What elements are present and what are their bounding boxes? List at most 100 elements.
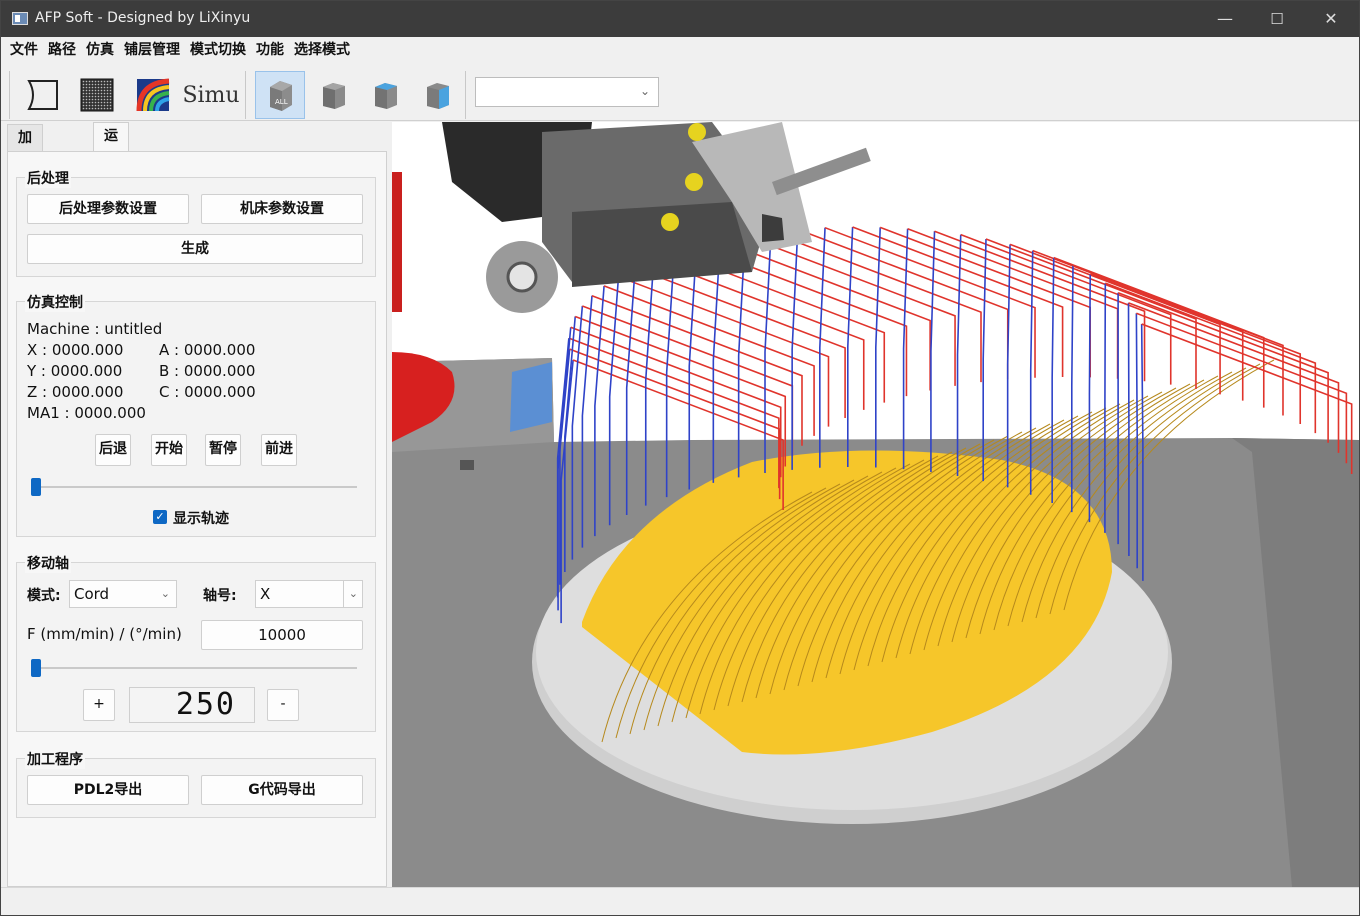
- step-size-handle[interactable]: [31, 659, 41, 677]
- machine-params-button[interactable]: 机床参数设置: [201, 194, 363, 224]
- status-bar: [1, 887, 1359, 915]
- step-size-track[interactable]: [31, 667, 357, 669]
- title-bar: AFP Soft - Designed by LiXinyu — ☐ ✕: [1, 1, 1359, 37]
- mode-select[interactable]: Cord ⌄: [69, 580, 177, 608]
- move-axis-group: 移动轴 模式: Cord ⌄ 轴号: X ⌄ F (mm/min) / (°/m…: [16, 553, 376, 732]
- simulation-control-title: 仿真控制: [25, 292, 85, 312]
- view-all-button[interactable]: ALL: [255, 71, 305, 119]
- menu-mode-switch[interactable]: 模式切换: [185, 37, 251, 65]
- toolbar-separator: [465, 71, 466, 119]
- step-forward-button[interactable]: 前进: [261, 434, 297, 466]
- roller-hub: [506, 261, 538, 293]
- chevron-down-icon: ⌄: [160, 587, 170, 600]
- mesh-icon: [80, 78, 114, 112]
- cube-front-icon: [323, 83, 345, 109]
- start-button[interactable]: 开始: [151, 434, 187, 466]
- app-icon: [12, 12, 28, 25]
- toolbar: Simu ALL ⌄: [1, 65, 1359, 121]
- fiber-path-red-segment: [1053, 256, 1265, 408]
- window-title: AFP Soft - Designed by LiXinyu: [35, 10, 251, 26]
- yellow-fitting: [688, 123, 706, 141]
- show-trajectory-checkbox[interactable]: ✓: [153, 510, 167, 524]
- yellow-fitting: [661, 213, 679, 231]
- fiber-path-red-segment: [1032, 249, 1244, 401]
- fiber-path-blue-segment: [1135, 313, 1138, 569]
- axis-select-value: X: [260, 585, 271, 603]
- step-value-display: 250: [129, 687, 255, 723]
- simulation-control-group: 仿真控制 Machine : untitled X : 0000.000 A :…: [16, 292, 376, 537]
- toolbar-separator: [9, 71, 10, 119]
- mode-label: 模式:: [27, 588, 61, 604]
- feed-rate-input[interactable]: 10000: [201, 620, 363, 650]
- cube-all-icon: ALL: [270, 81, 292, 111]
- generate-button[interactable]: 生成: [27, 234, 363, 264]
- cube-side-icon: [427, 83, 449, 109]
- path-color-tool-button[interactable]: [129, 71, 177, 119]
- simulation-progress-track[interactable]: [31, 486, 357, 488]
- menu-file[interactable]: 文件: [5, 37, 43, 65]
- tab-body-motion-simulation: 后处理 后处理参数设置 机床参数设置 生成 仿真控制 Machine : unt…: [7, 151, 387, 887]
- view-front-button[interactable]: [309, 71, 357, 119]
- menu-ply-management[interactable]: 铺层管理: [119, 37, 185, 65]
- x-readout: X : 0000.000: [27, 341, 124, 359]
- program-export-title: 加工程序: [25, 749, 85, 769]
- yellow-fitting: [685, 173, 703, 191]
- surface-icon: [27, 80, 58, 110]
- fiber-path-blue-segment: [819, 227, 826, 468]
- toolbar-combo[interactable]: ⌄: [475, 77, 659, 107]
- view-top-button[interactable]: [361, 71, 409, 119]
- show-trajectory-label: 显示轨迹: [173, 511, 229, 527]
- a-readout: A : 0000.000: [159, 341, 256, 359]
- fiber-path-red-segment: [582, 305, 794, 456]
- app-window: AFP Soft - Designed by LiXinyu — ☐ ✕ 文件路…: [0, 0, 1360, 916]
- fiber-path-blue-segment: [930, 231, 936, 472]
- surface-tool-button[interactable]: [17, 71, 65, 119]
- left-panel: 加工程序 运动仿真 后处理 后处理参数设置 机床参数设置 生成 仿真控制 Mac…: [1, 122, 391, 887]
- mesh-tool-button[interactable]: [73, 71, 121, 119]
- chevron-down-icon: ⌄: [639, 84, 650, 98]
- fiber-path-red-segment: [591, 294, 803, 446]
- chevron-down-icon: ⌄: [342, 581, 358, 607]
- fiber-path-blue-segment: [1088, 273, 1092, 523]
- tab-machining-program[interactable]: 加工程序: [7, 124, 43, 224]
- table-bolt: [460, 460, 474, 470]
- fiber-path-blue-segment: [875, 227, 882, 468]
- simulation-scene: [392, 122, 1359, 887]
- step-back-button[interactable]: 后退: [95, 434, 131, 466]
- machine-name: Machine : untitled: [27, 320, 163, 338]
- y-readout: Y : 0000.000: [27, 362, 123, 380]
- robot-arm-edge: [392, 172, 402, 312]
- fiber-path-red-segment: [907, 228, 1119, 379]
- simu-tool-button[interactable]: Simu: [182, 71, 239, 119]
- menu-functions[interactable]: 功能: [251, 37, 289, 65]
- menu-select-mode[interactable]: 选择模式: [289, 37, 355, 65]
- cube-top-icon: [375, 83, 397, 109]
- axis-label: 轴号:: [203, 588, 237, 604]
- decrease-button[interactable]: -: [267, 689, 299, 721]
- toolbar-separator: [245, 71, 246, 119]
- maximize-button[interactable]: ☐: [1251, 1, 1303, 37]
- increase-button[interactable]: +: [83, 689, 115, 721]
- mode-select-value: Cord: [74, 585, 110, 603]
- gcode-export-button[interactable]: G代码导出: [201, 775, 363, 805]
- pdl2-export-button[interactable]: PDL2导出: [27, 775, 189, 805]
- b-readout: B : 0000.000: [159, 362, 256, 380]
- view-side-button[interactable]: [413, 71, 461, 119]
- blue-fixture: [510, 362, 552, 432]
- pause-button[interactable]: 暂停: [205, 434, 241, 466]
- fiber-path-blue-segment: [764, 232, 772, 474]
- simulation-progress-handle[interactable]: [31, 478, 41, 496]
- menu-path[interactable]: 路径: [43, 37, 81, 65]
- rainbow-path-icon: [136, 78, 170, 112]
- program-export-group: 加工程序 PDL2导出 G代码导出: [16, 749, 376, 818]
- close-button[interactable]: ✕: [1305, 1, 1357, 37]
- tab-motion-simulation[interactable]: 运动仿真: [93, 122, 129, 222]
- axis-select[interactable]: X ⌄: [255, 580, 363, 608]
- post-params-button[interactable]: 后处理参数设置: [27, 194, 189, 224]
- all-label: ALL: [275, 98, 288, 106]
- z-readout: Z : 0000.000: [27, 383, 124, 401]
- minimize-button[interactable]: —: [1199, 1, 1251, 37]
- post-processing-group: 后处理 后处理参数设置 机床参数设置 生成: [16, 168, 376, 277]
- menu-simulation[interactable]: 仿真: [81, 37, 119, 65]
- 3d-viewport[interactable]: [392, 122, 1359, 887]
